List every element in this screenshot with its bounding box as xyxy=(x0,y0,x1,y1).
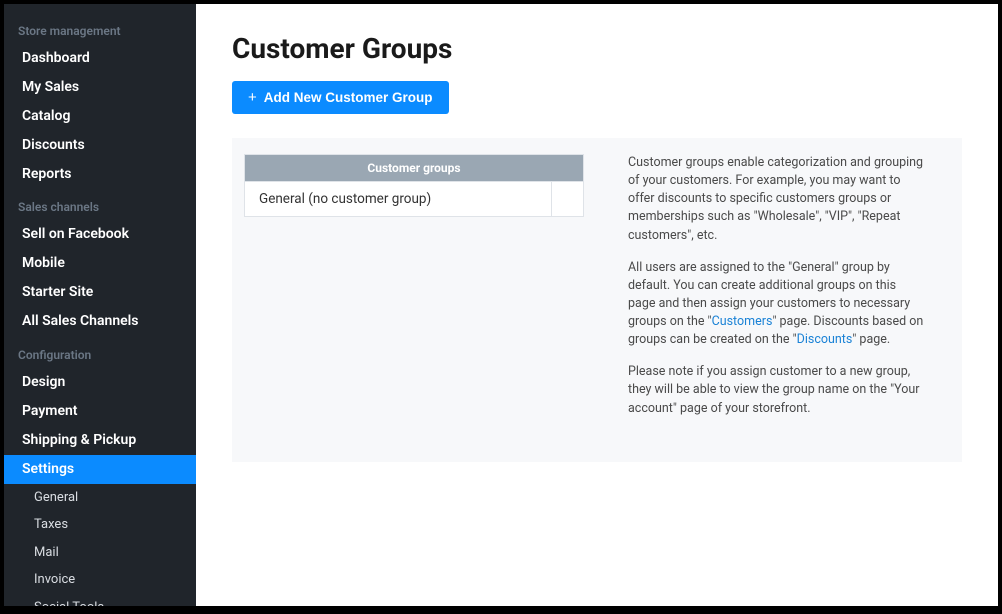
sidebar-item-settings[interactable]: Settings xyxy=(4,455,196,484)
sidebar-header-sales-channels: Sales channels xyxy=(4,188,196,220)
content-row: Customer groups General (no customer gro… xyxy=(232,138,962,462)
sidebar-item-sell-on-facebook[interactable]: Sell on Facebook xyxy=(4,220,196,249)
table-header: Customer groups xyxy=(245,155,583,181)
sidebar-item-reports[interactable]: Reports xyxy=(4,160,196,189)
sidebar-subitem-taxes[interactable]: Taxes xyxy=(4,511,196,539)
info-paragraph-1: Customer groups enable categorization an… xyxy=(628,154,924,245)
info-column: Customer groups enable categorization an… xyxy=(628,154,944,432)
sidebar-subitem-social-tools[interactable]: Social Tools xyxy=(4,594,196,606)
info-paragraph-3: Please note if you assign customer to a … xyxy=(628,363,924,417)
sidebar-item-discounts[interactable]: Discounts xyxy=(4,131,196,160)
add-button-label: Add New Customer Group xyxy=(264,90,433,105)
sidebar-header-store-management: Store management xyxy=(4,12,196,44)
sidebar-subitem-mail[interactable]: Mail xyxy=(4,539,196,567)
main-content: Customer Groups + Add New Customer Group… xyxy=(196,4,998,606)
sidebar-header-configuration: Configuration xyxy=(4,336,196,368)
sidebar-item-catalog[interactable]: Catalog xyxy=(4,102,196,131)
sidebar-subitem-general[interactable]: General xyxy=(4,484,196,512)
add-new-customer-group-button[interactable]: + Add New Customer Group xyxy=(232,81,449,114)
sidebar-item-shipping-pickup[interactable]: Shipping & Pickup xyxy=(4,426,196,455)
sidebar-item-all-sales-channels[interactable]: All Sales Channels xyxy=(4,307,196,336)
customers-link[interactable]: Customers xyxy=(712,314,773,329)
group-action-cell[interactable] xyxy=(551,182,583,216)
app-frame: Store management Dashboard My Sales Cata… xyxy=(4,4,998,606)
table-row[interactable]: General (no customer group) xyxy=(245,181,583,216)
sidebar-item-payment[interactable]: Payment xyxy=(4,397,196,426)
info-paragraph-2: All users are assigned to the "General" … xyxy=(628,259,924,350)
sidebar: Store management Dashboard My Sales Cata… xyxy=(4,4,196,606)
sidebar-item-dashboard[interactable]: Dashboard xyxy=(4,44,196,73)
customer-groups-table: Customer groups General (no customer gro… xyxy=(244,154,584,217)
info-text: " page. xyxy=(852,332,890,347)
sidebar-item-design[interactable]: Design xyxy=(4,368,196,397)
discounts-link[interactable]: Discounts xyxy=(797,332,853,347)
sidebar-subitem-invoice[interactable]: Invoice xyxy=(4,566,196,594)
page-title: Customer Groups xyxy=(232,32,962,65)
groups-table-column: Customer groups General (no customer gro… xyxy=(244,154,584,432)
sidebar-item-mobile[interactable]: Mobile xyxy=(4,249,196,278)
sidebar-item-starter-site[interactable]: Starter Site xyxy=(4,278,196,307)
plus-icon: + xyxy=(248,90,257,105)
group-name-cell: General (no customer group) xyxy=(245,182,551,216)
sidebar-item-my-sales[interactable]: My Sales xyxy=(4,73,196,102)
